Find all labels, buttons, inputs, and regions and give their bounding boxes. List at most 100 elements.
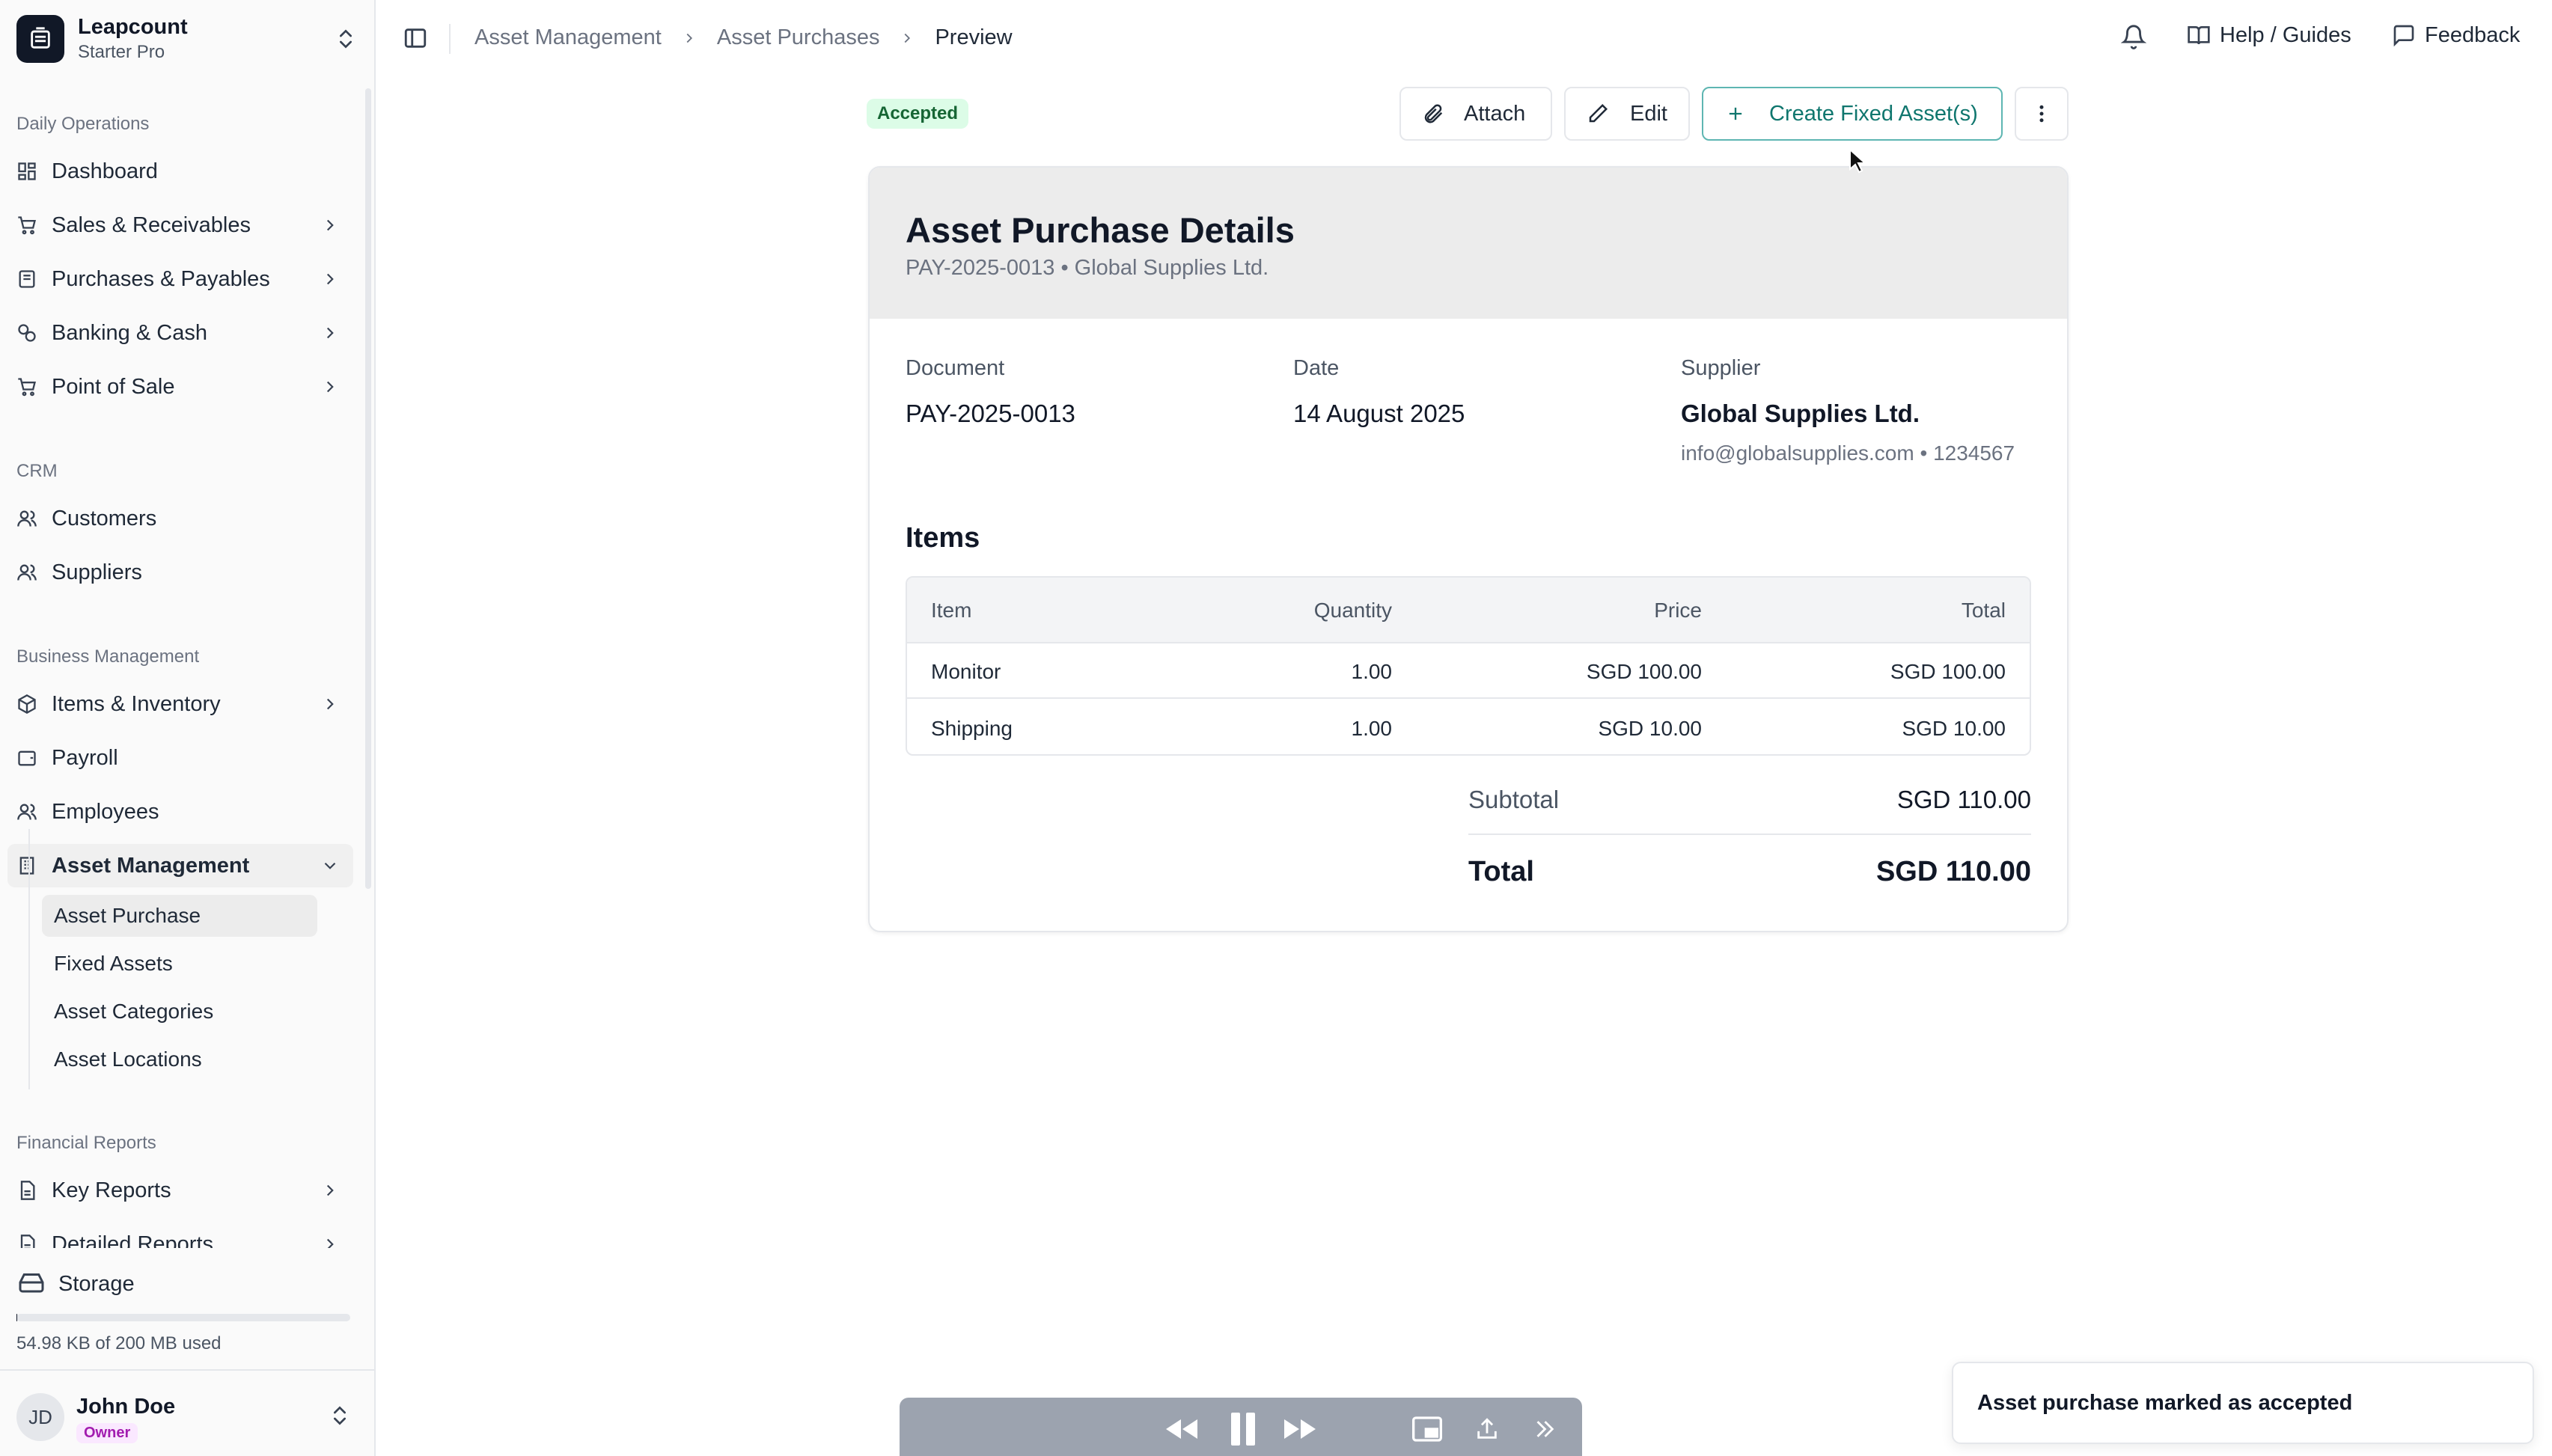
sidebar-item-label: Items & Inventory bbox=[52, 691, 221, 716]
sidebar-item-key-reports[interactable]: Key Reports bbox=[7, 1169, 353, 1212]
bell-icon[interactable] bbox=[2120, 24, 2148, 51]
sidebar-item-banking[interactable]: Banking & Cash bbox=[7, 311, 353, 355]
breadcrumb-asset-management[interactable]: Asset Management bbox=[474, 25, 662, 50]
sidebar-item-payroll[interactable]: Payroll bbox=[7, 736, 353, 780]
more-actions-button[interactable] bbox=[2015, 87, 2069, 141]
edit-button[interactable]: Edit bbox=[1564, 87, 1690, 141]
sidebar-item-employees[interactable]: Employees bbox=[7, 790, 353, 833]
sidebar-item-label: Sales & Receivables bbox=[52, 212, 251, 237]
chevron-right-icon bbox=[320, 694, 340, 714]
picture-in-picture-icon[interactable] bbox=[1408, 1413, 1446, 1446]
total-value: SGD 110.00 bbox=[1875, 856, 2031, 887]
sidebar-item-label: Key Reports bbox=[52, 1178, 171, 1202]
workspace-switcher[interactable]: Leapcount Starter Pro bbox=[16, 13, 358, 64]
breadcrumb-asset-purchases[interactable]: Asset Purchases bbox=[717, 25, 880, 50]
cell-price: SGD 100.00 bbox=[1586, 660, 1702, 683]
file-text-icon bbox=[15, 1232, 39, 1248]
avatar: JD bbox=[16, 1393, 64, 1441]
sidebar-item-sales[interactable]: Sales & Receivables bbox=[7, 204, 353, 247]
sidebar-subitem-asset-purchase[interactable]: Asset Purchase bbox=[42, 895, 317, 937]
hard-drive-icon bbox=[18, 1269, 45, 1300]
help-guides-button[interactable]: Help / Guides bbox=[2187, 22, 2351, 48]
cell-quantity: 1.00 bbox=[1351, 660, 1393, 683]
sidebar-item-label: Suppliers bbox=[52, 560, 142, 584]
subnav-line bbox=[28, 829, 30, 1089]
brand-plan: Starter Pro bbox=[78, 42, 165, 62]
chevron-right-icon bbox=[320, 1235, 340, 1248]
cell-item: Shipping bbox=[931, 717, 1013, 740]
sidebar-item-label: Employees bbox=[52, 799, 159, 824]
chevrons-right-icon[interactable] bbox=[1525, 1413, 1563, 1446]
building-icon bbox=[15, 854, 39, 878]
supplier-value: Global Supplies Ltd. bbox=[1681, 400, 1920, 427]
users-icon bbox=[15, 800, 39, 824]
chevron-right-icon bbox=[320, 377, 340, 397]
sidebar-subitem-asset-categories[interactable]: Asset Categories bbox=[42, 991, 317, 1033]
items-table: Item Quantity Price Total Monitor 1.00 S… bbox=[906, 576, 2031, 756]
feedback-button[interactable]: Feedback bbox=[2392, 22, 2520, 48]
chevron-right-icon bbox=[899, 30, 915, 46]
rewind-icon[interactable] bbox=[1163, 1413, 1200, 1446]
sidebar-item-customers[interactable]: Customers bbox=[7, 497, 353, 540]
storage-progress bbox=[16, 1314, 350, 1321]
book-open-icon bbox=[2187, 22, 2212, 48]
user-name: John Doe bbox=[76, 1395, 176, 1419]
cell-quantity: 1.00 bbox=[1351, 717, 1393, 740]
sidebar-toggle-icon[interactable] bbox=[403, 25, 430, 52]
brand-logo-icon bbox=[16, 15, 64, 63]
file-text-icon bbox=[15, 1178, 39, 1202]
sidebar-item-label: Customers bbox=[52, 506, 157, 530]
media-controls bbox=[900, 1398, 1582, 1456]
storage-label: Storage bbox=[58, 1272, 135, 1296]
sidebar-item-detailed-reports[interactable]: Detailed Reports bbox=[7, 1223, 353, 1248]
sidebar-item-pos[interactable]: Point of Sale bbox=[7, 365, 353, 409]
sidebar-subitem-fixed-assets[interactable]: Fixed Assets bbox=[42, 943, 317, 985]
column-header-total: Total bbox=[1961, 599, 2006, 622]
shopping-cart-icon bbox=[15, 213, 39, 237]
sidebar-item-label: Payroll bbox=[52, 745, 118, 770]
section-label-business: Business Management bbox=[16, 646, 200, 667]
attach-label: Attach bbox=[1464, 101, 1526, 126]
cell-total: SGD 100.00 bbox=[1890, 660, 2006, 683]
table-row: Monitor 1.00 SGD 100.00 SGD 100.00 bbox=[907, 643, 2030, 699]
total-label: Total bbox=[1468, 856, 1534, 887]
sidebar: Leapcount Starter Pro Daily Operations D… bbox=[0, 0, 376, 1456]
card-subtitle: PAY-2025-0013 • Global Supplies Ltd. bbox=[906, 256, 1269, 280]
sidebar-item-purchases[interactable]: Purchases & Payables bbox=[7, 257, 353, 301]
column-header-price: Price bbox=[1654, 599, 1702, 622]
sidebar-item-label: Point of Sale bbox=[52, 374, 175, 399]
create-fixed-assets-label: Create Fixed Asset(s) bbox=[1769, 101, 1978, 126]
table-row: Shipping 1.00 SGD 10.00 SGD 10.00 bbox=[907, 700, 2030, 754]
create-fixed-assets-button[interactable]: Create Fixed Asset(s) bbox=[1702, 87, 2003, 141]
pencil-icon bbox=[1585, 101, 1611, 126]
coins-icon bbox=[15, 321, 39, 345]
column-header-item: Item bbox=[931, 599, 972, 622]
supplier-label: Supplier bbox=[1681, 356, 1761, 380]
sidebar-item-dashboard[interactable]: Dashboard bbox=[7, 150, 353, 193]
date-value: 14 August 2025 bbox=[1293, 400, 1465, 427]
document-label: Document bbox=[906, 356, 1005, 380]
user-role-badge: Owner bbox=[76, 1423, 138, 1443]
breadcrumb: Asset Management Asset Purchases Preview bbox=[474, 25, 1013, 50]
sidebar-item-label: Detailed Reports bbox=[52, 1232, 213, 1249]
sidebar-item-inventory[interactable]: Items & Inventory bbox=[7, 682, 353, 726]
help-guides-label: Help / Guides bbox=[2220, 22, 2351, 47]
subtotal-value: SGD 110.00 bbox=[1896, 786, 2031, 813]
sidebar-item-label: Banking & Cash bbox=[52, 320, 207, 345]
fast-forward-icon[interactable] bbox=[1281, 1413, 1319, 1446]
document-value: PAY-2025-0013 bbox=[906, 400, 1075, 427]
pause-icon[interactable] bbox=[1224, 1413, 1262, 1446]
users-icon bbox=[15, 507, 39, 530]
top-header: Asset Management Asset Purchases Preview… bbox=[376, 0, 2552, 78]
sidebar-item-label: Purchases & Payables bbox=[52, 266, 270, 291]
plus-icon bbox=[1723, 101, 1748, 126]
attach-button[interactable]: Attach bbox=[1399, 87, 1552, 141]
share-icon[interactable] bbox=[1468, 1413, 1506, 1446]
status-badge: Accepted bbox=[867, 99, 969, 129]
section-label-financial: Financial Reports bbox=[16, 1133, 156, 1153]
sidebar-subitem-asset-locations[interactable]: Asset Locations bbox=[42, 1039, 317, 1080]
user-menu[interactable]: JD John Doe Owner bbox=[0, 1369, 374, 1456]
sidebar-item-asset-management[interactable]: Asset Management bbox=[7, 844, 353, 887]
sidebar-item-suppliers[interactable]: Suppliers bbox=[7, 551, 353, 594]
message-square-icon bbox=[2392, 22, 2417, 48]
